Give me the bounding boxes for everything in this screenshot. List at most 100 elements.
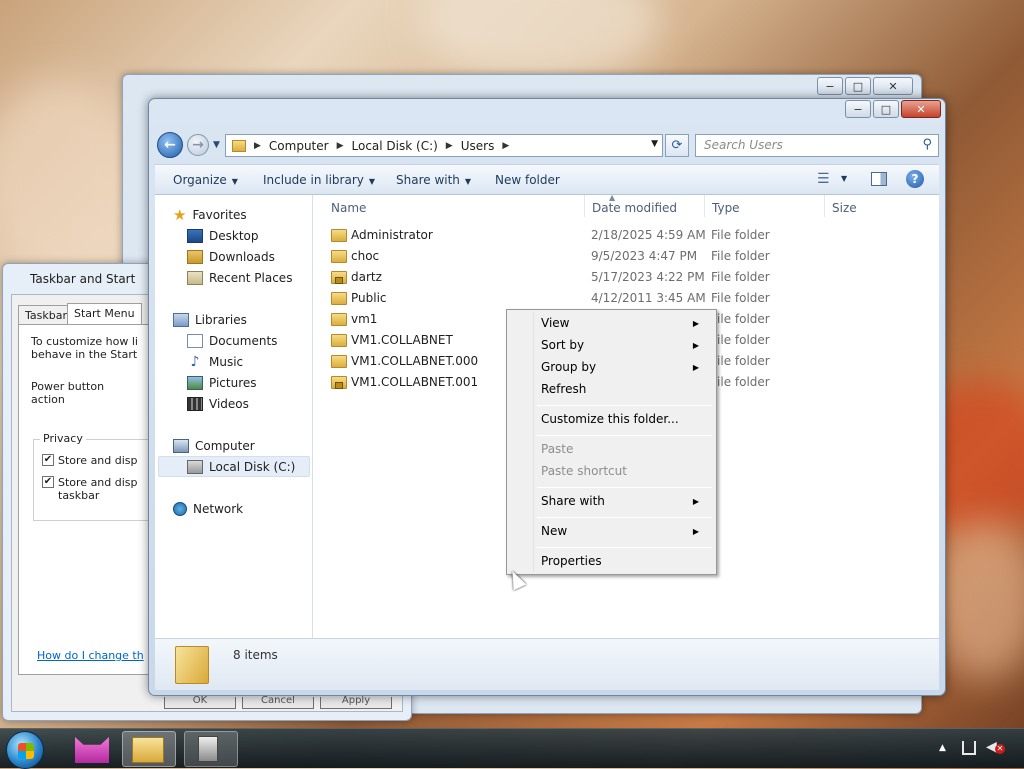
maximize-button[interactable]: □ bbox=[845, 77, 871, 95]
chevron-right-icon[interactable]: ▶ bbox=[502, 141, 509, 151]
submenu-arrow-icon: ▶ bbox=[692, 363, 699, 372]
dialog-title: Taskbar and Start bbox=[30, 272, 136, 286]
folder-icon bbox=[331, 229, 347, 242]
file-row[interactable]: dartz 5/17/2023 4:22 PM File folder bbox=[313, 267, 939, 288]
nav-libraries[interactable]: Libraries bbox=[173, 310, 247, 330]
wallpaper bbox=[0, 80, 140, 280]
hard-disk-icon bbox=[187, 460, 203, 474]
column-divider[interactable] bbox=[704, 195, 705, 217]
folder-icon bbox=[331, 313, 347, 326]
close-button[interactable]: ✕ bbox=[873, 77, 913, 95]
maximize-button[interactable]: □ bbox=[873, 100, 899, 118]
menu-item-properties[interactable]: Properties bbox=[541, 554, 602, 568]
forward-button[interactable]: → bbox=[187, 134, 209, 156]
start-button[interactable] bbox=[6, 731, 44, 769]
store-recent-items-checkbox[interactable]: ✔ bbox=[42, 476, 54, 488]
privacy-group: Privacy ✔ Store and disp ✔ Store and dis… bbox=[33, 432, 153, 521]
pictures-icon bbox=[187, 376, 203, 390]
tab-start-menu[interactable]: Start Menu bbox=[67, 303, 142, 325]
column-header-size[interactable]: Size bbox=[832, 201, 857, 215]
show-hidden-icons[interactable]: ▲ bbox=[939, 743, 946, 753]
menu-item-view[interactable]: View ▶ bbox=[541, 316, 709, 330]
view-options-dropdown[interactable]: ▼ bbox=[841, 174, 847, 183]
preview-pane-icon[interactable] bbox=[871, 172, 887, 186]
show-desktop-button[interactable] bbox=[1012, 735, 1024, 763]
close-button[interactable]: ✕ bbox=[901, 100, 941, 118]
search-icon[interactable]: ⚲ bbox=[922, 137, 932, 152]
menu-item-refresh[interactable]: Refresh bbox=[541, 382, 586, 396]
recent-pages-dropdown[interactable]: ▼ bbox=[213, 140, 220, 150]
address-bar[interactable]: ▶ Computer ▶ Local Disk (C:) ▶ Users ▶ ▼ bbox=[225, 134, 663, 157]
nav-network[interactable]: Network bbox=[173, 499, 243, 519]
videos-icon bbox=[187, 397, 203, 411]
network-tray-icon[interactable] bbox=[962, 741, 976, 755]
help-icon[interactable]: ? bbox=[906, 170, 924, 188]
folder-icon bbox=[331, 334, 347, 347]
change-view-icon[interactable]: ☰ bbox=[817, 171, 830, 187]
store-recent-programs-checkbox[interactable]: ✔ bbox=[42, 454, 54, 466]
nav-desktop[interactable]: Desktop bbox=[187, 226, 259, 246]
menu-item-paste-shortcut[interactable]: Paste shortcut bbox=[541, 464, 627, 478]
network-icon bbox=[173, 502, 187, 516]
help-link[interactable]: How do I change th bbox=[37, 649, 144, 662]
include-in-library-button[interactable]: Include in library ▼ bbox=[263, 173, 375, 187]
column-header-name[interactable]: Name bbox=[331, 201, 366, 215]
address-dropdown-icon[interactable]: ▼ bbox=[651, 139, 658, 149]
file-row[interactable]: Administrator 2/18/2025 4:59 AM File folde… bbox=[313, 225, 939, 246]
apply-button[interactable]: Apply bbox=[320, 696, 392, 709]
star-icon: ★ bbox=[173, 206, 187, 224]
breadcrumb-users[interactable]: Users bbox=[461, 139, 495, 153]
libraries-icon bbox=[173, 313, 189, 327]
minimize-button[interactable]: − bbox=[845, 100, 871, 118]
cancel-button[interactable]: Cancel bbox=[242, 696, 314, 709]
privacy-label: Privacy bbox=[40, 432, 86, 445]
menu-item-group-by[interactable]: Group by ▶ bbox=[541, 360, 709, 374]
back-button[interactable]: ← bbox=[157, 132, 183, 158]
file-row[interactable]: choc 9/5/2023 4:47 PM File folder bbox=[313, 246, 939, 267]
chevron-right-icon[interactable]: ▶ bbox=[254, 141, 261, 151]
ok-button[interactable]: OK bbox=[164, 696, 236, 709]
chevron-down-icon: ▼ bbox=[464, 177, 472, 186]
column-header-type[interactable]: Type bbox=[712, 201, 740, 215]
menu-item-customize-folder[interactable]: Customize this folder... bbox=[541, 412, 679, 426]
nav-local-disk[interactable]: Local Disk (C:) bbox=[187, 457, 295, 477]
menu-item-sort-by[interactable]: Sort by ▶ bbox=[541, 338, 709, 352]
submenu-arrow-icon: ▶ bbox=[692, 497, 699, 506]
nav-computer[interactable]: Computer bbox=[173, 436, 255, 456]
folder-icon bbox=[331, 292, 347, 305]
nav-recent-places[interactable]: Recent Places bbox=[187, 268, 292, 288]
nav-downloads[interactable]: Downloads bbox=[187, 247, 275, 267]
file-row[interactable]: Public 4/12/2011 3:45 AM File folder bbox=[313, 288, 939, 309]
nav-music[interactable]: ♪ Music bbox=[187, 352, 244, 372]
item-count: 8 items bbox=[233, 648, 278, 662]
column-divider[interactable] bbox=[824, 195, 825, 217]
menu-item-new[interactable]: New ▶ bbox=[541, 524, 709, 538]
breadcrumb-computer[interactable]: Computer bbox=[269, 139, 329, 153]
nav-pictures[interactable]: Pictures bbox=[187, 373, 257, 393]
chevron-right-icon[interactable]: ▶ bbox=[446, 141, 453, 151]
search-input[interactable]: Search Users ⚲ bbox=[695, 134, 939, 157]
menu-item-paste[interactable]: Paste bbox=[541, 442, 573, 456]
nav-favorites[interactable]: ★ Favorites bbox=[173, 205, 247, 225]
minimize-button[interactable]: − bbox=[817, 77, 843, 95]
menu-item-share-with[interactable]: Share with ▶ bbox=[541, 494, 709, 508]
share-with-button[interactable]: Share with ▼ bbox=[396, 173, 471, 187]
computer-icon bbox=[198, 736, 218, 762]
breadcrumb-local-disk[interactable]: Local Disk (C:) bbox=[352, 139, 438, 153]
details-pane: 8 items bbox=[155, 638, 939, 690]
nav-documents[interactable]: Documents bbox=[187, 331, 277, 351]
nav-videos[interactable]: Videos bbox=[187, 394, 249, 414]
organize-button[interactable]: Organize ▼ bbox=[173, 173, 238, 187]
taskbar: ▲ ◀ ✕ bbox=[0, 728, 1024, 769]
menu-separator bbox=[537, 517, 712, 518]
column-divider[interactable] bbox=[584, 195, 585, 217]
column-header-date[interactable]: Date modified bbox=[592, 201, 677, 215]
context-menu: View ▶ Sort by ▶ Group by ▶ Refresh Customi… bbox=[506, 309, 717, 575]
refresh-button[interactable]: ⟳ bbox=[665, 134, 689, 157]
music-icon: ♪ bbox=[190, 354, 200, 370]
chevron-down-icon: ▼ bbox=[368, 177, 376, 186]
mute-icon: ✕ bbox=[995, 744, 1005, 754]
submenu-arrow-icon: ▶ bbox=[692, 319, 699, 328]
new-folder-button[interactable]: New folder bbox=[495, 173, 560, 187]
chevron-right-icon[interactable]: ▶ bbox=[337, 141, 344, 151]
